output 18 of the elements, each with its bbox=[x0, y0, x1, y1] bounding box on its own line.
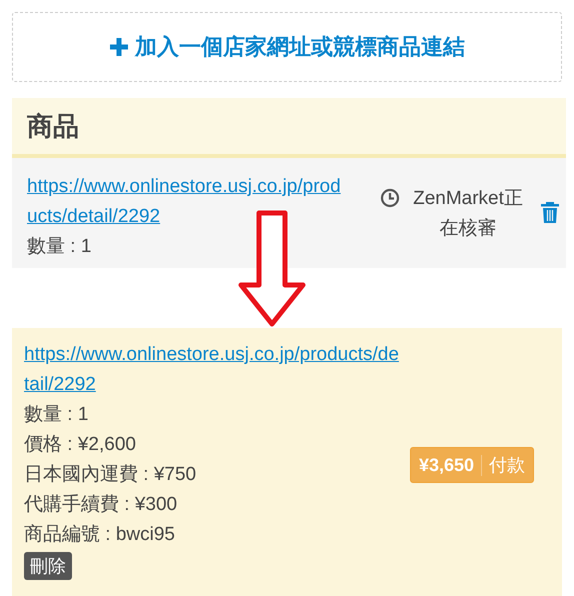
section-title: 商品 bbox=[27, 110, 80, 143]
product-link[interactable]: https://www.onlinestore.usj.co.jp/products/detail/2292 bbox=[27, 172, 345, 232]
total-price: ¥3,650 bbox=[418, 454, 482, 476]
add-link-button[interactable]: 加入一個店家網址或競標商品連結 bbox=[12, 12, 562, 82]
status-text: ZenMarket正在核審 bbox=[412, 187, 524, 241]
detail-text: 價格 : ¥2,600 bbox=[24, 433, 137, 457]
pay-button[interactable]: ¥3,650 付款 bbox=[410, 447, 534, 483]
delete-button[interactable]: 刪除 bbox=[24, 552, 72, 580]
detail-text: 日本國內運費 : ¥750 bbox=[24, 463, 198, 487]
trash-icon bbox=[540, 200, 560, 224]
detail-text: 代購手續費 : ¥300 bbox=[24, 493, 178, 517]
plus-icon bbox=[109, 37, 129, 57]
detail-text: 數量 : 1 bbox=[24, 403, 90, 427]
clock-icon bbox=[380, 188, 400, 208]
pay-label: 付款 bbox=[488, 454, 525, 477]
detail-text: 商品編號 : bwci95 bbox=[24, 523, 176, 547]
product-link[interactable]: https://www.onlinestore.usj.co.jp/products/detail/2292 bbox=[24, 340, 399, 400]
quantity-text: 數量 : 1 bbox=[27, 235, 92, 259]
